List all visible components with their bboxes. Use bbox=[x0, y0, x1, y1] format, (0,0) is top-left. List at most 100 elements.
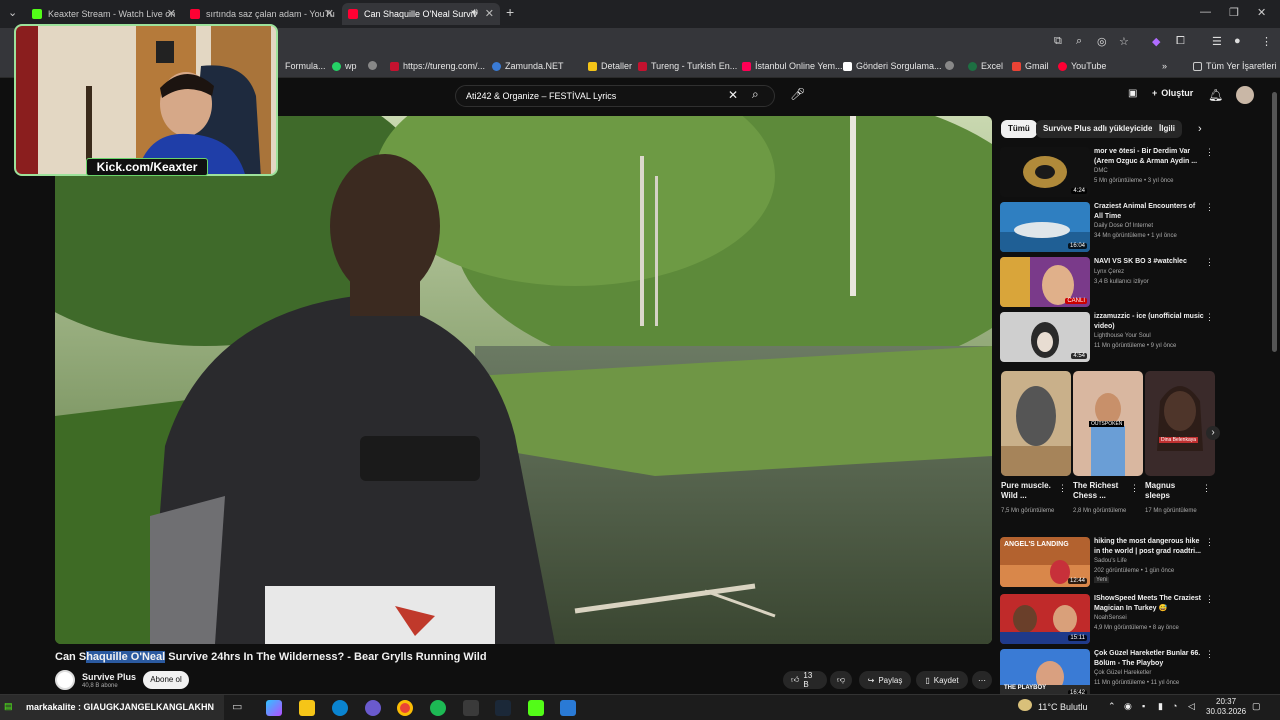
steam-icon[interactable] bbox=[495, 700, 511, 716]
hide-eye-icon[interactable]: ◎ bbox=[1097, 35, 1107, 48]
avatar[interactable] bbox=[1236, 86, 1254, 104]
profile-icon[interactable]: ● bbox=[1234, 35, 1241, 47]
page-scrollbar[interactable] bbox=[1272, 92, 1277, 352]
all-bookmarks-button[interactable]: Tüm Yer İşaretleri bbox=[1193, 61, 1277, 71]
bookmarks-overflow-icon[interactable]: » bbox=[1162, 61, 1167, 71]
bookmark-item[interactable]: Tureng - Turkish En... bbox=[638, 61, 737, 71]
speaker-icon[interactable]: 🔊︎ bbox=[472, 7, 478, 18]
window-close-icon[interactable]: ✕ bbox=[1257, 6, 1266, 19]
tab-youtube-saz[interactable]: sırtında saz çalan adam - YouTu ✕ bbox=[184, 3, 340, 25]
recommended-video[interactable]: ANGEL'S LANDING 12:44 hiking the most da… bbox=[1000, 537, 1220, 589]
bookmark-star-icon[interactable]: ☆ bbox=[1119, 35, 1129, 48]
more-icon[interactable]: ⋮ bbox=[1130, 483, 1139, 494]
short-thumbnail[interactable] bbox=[1001, 371, 1071, 476]
recommended-video[interactable]: 16:04 Craziest Animal Encounters of All … bbox=[1000, 202, 1220, 254]
extension-icon[interactable]: ◆ bbox=[1152, 35, 1160, 48]
like-button[interactable]: 👍︎ 13 B bbox=[783, 671, 827, 689]
more-icon[interactable]: ⋮ bbox=[1205, 649, 1214, 660]
share-button[interactable]: ↪ Paylaş bbox=[859, 671, 911, 689]
more-icon[interactable]: ⋮ bbox=[1205, 537, 1214, 548]
channel-name[interactable]: Survive Plus bbox=[82, 672, 136, 682]
create-button[interactable]: + Oluştur bbox=[1152, 88, 1193, 98]
channel-avatar[interactable] bbox=[55, 670, 75, 690]
bookmark-item[interactable]: Formula... bbox=[285, 61, 326, 71]
short-thumbnail[interactable]: Dina Belenkaya bbox=[1145, 371, 1215, 476]
more-icon[interactable]: ⋮ bbox=[1202, 483, 1211, 494]
recommended-video[interactable]: CANLI NAVI VS SK BO 3 #watchlec Lynx Çer… bbox=[1000, 257, 1220, 309]
bookmark-item[interactable]: Gönderi Sorgulama... bbox=[843, 61, 942, 71]
chrome-icon[interactable] bbox=[397, 700, 413, 716]
tab-search-icon[interactable]: ☰ bbox=[1212, 35, 1222, 48]
bookmark-item[interactable]: Detaller bbox=[588, 61, 632, 71]
tab-kick-stream[interactable]: Keaxter Stream - Watch Live on ✕ bbox=[26, 3, 182, 25]
bookmark-item[interactable]: Zamunda.NET bbox=[492, 61, 564, 71]
task-view-icon[interactable]: ▭ bbox=[232, 700, 248, 716]
extensions-puzzle-icon[interactable]: ⧠ bbox=[1176, 35, 1185, 48]
recommended-video[interactable]: 15:11 IShowSpeed Meets The Craziest Magi… bbox=[1000, 594, 1220, 646]
volume-icon[interactable]: ◁ bbox=[1188, 701, 1195, 712]
tray-app-icon[interactable]: ▪ bbox=[1142, 701, 1145, 711]
search-icon[interactable]: ⌕ bbox=[752, 87, 759, 102]
zoom-icon[interactable]: ⌕ bbox=[1076, 35, 1082, 48]
notification-center-icon[interactable]: ▢ bbox=[1252, 701, 1261, 712]
subscribe-button[interactable]: Abone ol bbox=[143, 671, 189, 689]
dislike-button[interactable]: 👎︎ bbox=[830, 671, 852, 689]
kick-icon[interactable] bbox=[528, 700, 544, 716]
more-icon[interactable]: ⋮ bbox=[1205, 594, 1214, 605]
more-icon[interactable]: ⋮ bbox=[1205, 257, 1214, 268]
bookmark-item[interactable] bbox=[368, 61, 381, 70]
file-explorer-icon[interactable] bbox=[299, 700, 315, 716]
network-icon[interactable]: ◉ bbox=[1124, 701, 1132, 712]
more-icon[interactable]: ⋮ bbox=[1205, 312, 1214, 323]
bookmark-item[interactable]: YouTube bbox=[1058, 61, 1106, 71]
chip-all[interactable]: Tümü bbox=[1001, 120, 1037, 138]
bookmark-item[interactable] bbox=[945, 61, 958, 70]
minimize-icon[interactable]: — bbox=[1200, 6, 1211, 18]
save-button[interactable]: ▯ Kaydet bbox=[916, 671, 968, 689]
tab-close-icon[interactable]: ✕ bbox=[325, 7, 334, 20]
recommended-video[interactable]: 4:54 izzamuzzic - ice (unofficial music … bbox=[1000, 312, 1220, 364]
browser-menu-icon[interactable]: ⋮ bbox=[1261, 35, 1272, 48]
chips-next-icon[interactable]: › bbox=[1198, 123, 1202, 135]
bookmark-item[interactable]: Gmail bbox=[1012, 61, 1049, 71]
more-actions-button[interactable]: ⋯ bbox=[972, 671, 992, 689]
wifi-icon[interactable]: ◔ bbox=[1172, 701, 1177, 711]
screen-cast-icon[interactable]: ⧉ bbox=[1054, 35, 1062, 48]
microphone-icon[interactable]: 🎤︎ bbox=[790, 87, 805, 101]
new-tab-icon[interactable]: + bbox=[506, 4, 514, 20]
weather-icon[interactable] bbox=[1018, 699, 1032, 711]
weather-text[interactable]: 11°C Bulutlu bbox=[1038, 702, 1087, 712]
tab-list-chevron-icon[interactable]: ⌄ bbox=[8, 6, 17, 19]
app-icon[interactable] bbox=[365, 700, 381, 716]
bookmark-item[interactable]: https://tureng.com/... bbox=[390, 61, 485, 71]
spotify-icon[interactable] bbox=[430, 700, 446, 716]
app-icon[interactable] bbox=[463, 700, 479, 716]
tray-chevron-icon[interactable]: ⌃ bbox=[1108, 701, 1116, 712]
bookmark-item[interactable]: İstanbul Online Yem... bbox=[742, 61, 843, 71]
search-input[interactable]: Ati242 & Organize – FESTİVAL Lyrics bbox=[455, 85, 775, 107]
edge-icon[interactable] bbox=[332, 700, 348, 716]
cast-icon[interactable]: ▣ bbox=[1128, 88, 1137, 99]
shorts-next-icon[interactable]: › bbox=[1206, 426, 1220, 440]
bookmark-item[interactable]: wp bbox=[332, 61, 357, 71]
copilot-icon[interactable] bbox=[266, 700, 282, 716]
chip-from-uploader[interactable]: Survive Plus adlı yükleyiciden bbox=[1036, 120, 1165, 138]
tab-close-icon[interactable]: ✕ bbox=[167, 7, 176, 20]
more-icon[interactable]: ⋮ bbox=[1205, 202, 1214, 213]
maximize-icon[interactable]: ❐ bbox=[1229, 6, 1239, 19]
tab-youtube-shaquille[interactable]: Can Shaquille O'Neal Surviv 🔊︎ ✕ bbox=[342, 3, 500, 25]
notifications-bell-icon[interactable]: 🔔︎ bbox=[1208, 88, 1223, 102]
video-player[interactable] bbox=[55, 116, 992, 644]
clock-time[interactable]: 20:37 bbox=[1216, 697, 1236, 706]
chip-related[interactable]: İlgili bbox=[1152, 120, 1182, 138]
app-icon[interactable] bbox=[560, 700, 576, 716]
bookmark-item[interactable]: Excel bbox=[968, 61, 1003, 71]
microphone-icon[interactable]: ▮ bbox=[1158, 701, 1163, 712]
more-icon[interactable]: ⋮ bbox=[1205, 147, 1214, 158]
tab-close-icon[interactable]: ✕ bbox=[485, 7, 494, 20]
more-icon[interactable]: ⋮ bbox=[1058, 483, 1067, 494]
clock-date[interactable]: 30.03.2026 bbox=[1206, 707, 1246, 716]
short-thumbnail[interactable]: OUTSPOKEN bbox=[1073, 371, 1143, 476]
recommended-video[interactable]: 4:24 mor ve ötesi - Bir Derdim Var (Arem… bbox=[1000, 147, 1220, 199]
clear-search-icon[interactable]: ✕ bbox=[728, 88, 738, 102]
